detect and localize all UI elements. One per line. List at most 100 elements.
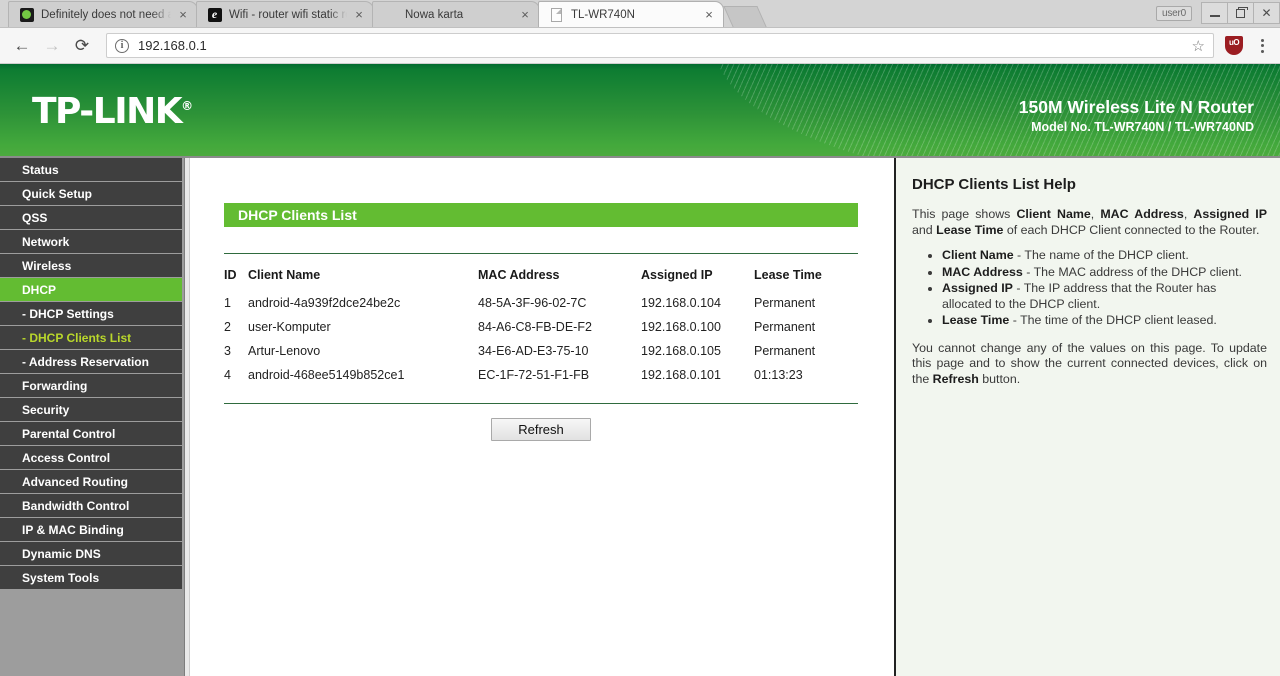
help-desc: - The time of the DHCP client leased.	[1009, 313, 1217, 327]
column-header-assigned-ip: Assigned IP	[641, 268, 713, 282]
sidebar-item-advanced-routing[interactable]: Advanced Routing	[0, 470, 182, 494]
tab-title: Nowa karta	[405, 8, 464, 21]
model-number: Model No. TL-WR740N / TL-WR740ND	[1031, 120, 1254, 134]
help-title: DHCP Clients List Help	[912, 176, 1076, 193]
table-row: 4 android-468ee5149b852ce1 EC-1F-72-51-F…	[224, 363, 858, 387]
router-model-info: 150M Wireless Lite N Router Model No. TL…	[1019, 97, 1254, 136]
sidebar-item-status[interactable]: Status	[0, 158, 182, 182]
close-icon[interactable]: ×	[701, 7, 717, 23]
brand-text: TP-LINK	[32, 91, 183, 132]
url-text: 192.168.0.1	[138, 38, 207, 53]
user-badge[interactable]: user0	[1155, 5, 1192, 21]
help-intro-5: Assigned IP	[1193, 207, 1268, 221]
maximize-icon[interactable]	[1227, 2, 1254, 24]
close-icon[interactable]: ×	[517, 7, 533, 23]
sidebar-item-qss[interactable]: QSS	[0, 206, 182, 230]
help-panel: DHCP Clients List Help This page shows C…	[894, 158, 1280, 676]
cell-id: 4	[224, 368, 231, 382]
browser-toolbar: ← → ⟳ i 192.168.0.1 ☆ uO	[0, 28, 1280, 64]
help-term: Lease Time	[942, 313, 1010, 327]
sidebar-item-dhcp-settings[interactable]: - DHCP Settings	[0, 302, 182, 326]
registered-mark: ®	[181, 99, 194, 113]
sidebar-item-wireless[interactable]: Wireless	[0, 254, 182, 278]
help-intro: This page shows Client Name, MAC Address…	[912, 207, 1267, 238]
tab-title: Definitely does not need a	[41, 8, 171, 21]
sidebar-item-address-reservation[interactable]: - Address Reservation	[0, 350, 182, 374]
help-bullet-client-name: Client Name - The name of the DHCP clien…	[942, 248, 1267, 264]
help-desc: - The MAC address of the DHCP client.	[1022, 264, 1243, 279]
button-row: Refresh	[224, 418, 858, 441]
back-icon[interactable]: ←	[8, 32, 36, 60]
router-banner: TP-LINK® 150M Wireless Lite N Router Mod…	[0, 64, 1280, 156]
reload-icon[interactable]: ⟳	[68, 32, 96, 60]
section-title-bar: DHCP Clients List	[224, 203, 858, 227]
help-bullet-list: Client Name - The name of the DHCP clien…	[912, 248, 1267, 329]
sidebar-item-security[interactable]: Security	[0, 398, 182, 422]
help-desc: - The name of the DHCP client.	[1013, 248, 1189, 262]
cell-assigned-ip: 192.168.0.101	[641, 368, 721, 382]
table-row: 1 android-4a939f2dce24be2c 48-5A-3F-96-0…	[224, 291, 858, 315]
browser-tab-1[interactable]: Definitely does not need a ×	[8, 1, 198, 27]
forward-icon[interactable]: →	[38, 32, 66, 60]
divider-top	[224, 253, 858, 254]
address-bar[interactable]: i 192.168.0.1 ☆	[106, 33, 1214, 58]
divider-bottom	[224, 403, 858, 404]
browser-menu-icon[interactable]	[1252, 38, 1272, 53]
close-window-icon[interactable]: ✕	[1253, 2, 1280, 24]
help-bullet-lease-time: Lease Time - The time of the DHCP client…	[942, 313, 1267, 329]
sidebar-item-dhcp-clients-list[interactable]: - DHCP Clients List	[0, 326, 182, 350]
dhcp-clients-table: ID Client Name MAC Address Assigned IP L…	[224, 264, 858, 387]
document-icon	[549, 7, 564, 22]
cell-mac-address: 48-5A-3F-96-02-7C	[478, 296, 587, 310]
help-intro-4: ,	[1183, 207, 1194, 221]
sidebar-item-dynamic-dns[interactable]: Dynamic DNS	[0, 542, 182, 566]
help-intro-0: This page shows	[912, 207, 1017, 221]
page-body: Status Quick Setup QSS Network Wireless …	[0, 156, 1280, 676]
column-header-mac-address: MAC Address	[478, 268, 560, 282]
cell-client-name: Artur-Lenovo	[248, 344, 321, 358]
sidebar-item-parental-control[interactable]: Parental Control	[0, 422, 182, 446]
green-dot-icon	[19, 7, 34, 22]
help-intro-3: MAC Address	[1100, 207, 1184, 221]
tab-strip: Definitely does not need a × e Wifi - ro…	[0, 0, 1280, 28]
help-outro: You cannot change any of the values on t…	[912, 341, 1267, 388]
cell-assigned-ip: 192.168.0.100	[641, 320, 721, 334]
table-header-row: ID Client Name MAC Address Assigned IP L…	[224, 264, 858, 291]
site-info-icon[interactable]: i	[115, 38, 129, 53]
bookmark-star-icon[interactable]: ☆	[1192, 37, 1205, 55]
browser-tab-3[interactable]: Nowa karta ×	[372, 1, 540, 27]
sidebar-item-system-tools[interactable]: System Tools	[0, 566, 182, 590]
cell-lease-time: Permanent	[754, 344, 816, 358]
help-intro-6: and	[912, 222, 937, 237]
help-outro-after: button.	[978, 371, 1021, 386]
sidebar-item-ip-mac-binding[interactable]: IP & MAC Binding	[0, 518, 182, 542]
sidebar-menu: Status Quick Setup QSS Network Wireless …	[0, 158, 185, 676]
browser-window: Definitely does not need a × e Wifi - ro…	[0, 0, 1280, 676]
blank-icon	[383, 7, 398, 22]
sidebar-filler	[0, 590, 184, 600]
cell-lease-time: 01:13:23	[754, 368, 803, 382]
sidebar-item-bandwidth-control[interactable]: Bandwidth Control	[0, 494, 182, 518]
close-icon[interactable]: ×	[175, 7, 191, 23]
help-intro-1: Client Name	[1016, 207, 1091, 221]
sidebar-item-quick-setup[interactable]: Quick Setup	[0, 182, 182, 206]
help-term: Assigned IP	[942, 281, 1013, 295]
column-header-client-name: Client Name	[248, 268, 321, 282]
ublock-extension-icon[interactable]: uO	[1225, 36, 1243, 55]
column-header-lease-time: Lease Time	[754, 268, 822, 282]
sidebar-item-dhcp[interactable]: DHCP	[0, 278, 182, 302]
product-name: 150M Wireless Lite N Router	[1018, 97, 1254, 117]
sidebar-item-forwarding[interactable]: Forwarding	[0, 374, 182, 398]
refresh-button[interactable]: Refresh	[491, 418, 591, 441]
window-controls: user0 ✕	[1155, 0, 1280, 26]
close-icon[interactable]: ×	[351, 7, 367, 23]
sidebar-item-network[interactable]: Network	[0, 230, 182, 254]
browser-tab-2[interactable]: e Wifi - router wifi static rout ×	[196, 1, 374, 27]
sidebar-item-access-control[interactable]: Access Control	[0, 446, 182, 470]
new-tab-button[interactable]	[723, 6, 767, 27]
internet-explorer-icon: e	[207, 7, 222, 22]
cell-mac-address: 34-E6-AD-E3-75-10	[478, 344, 589, 358]
browser-tab-4-active[interactable]: TL-WR740N ×	[538, 1, 724, 27]
cell-assigned-ip: 192.168.0.104	[641, 296, 721, 310]
minimize-icon[interactable]	[1201, 2, 1228, 24]
